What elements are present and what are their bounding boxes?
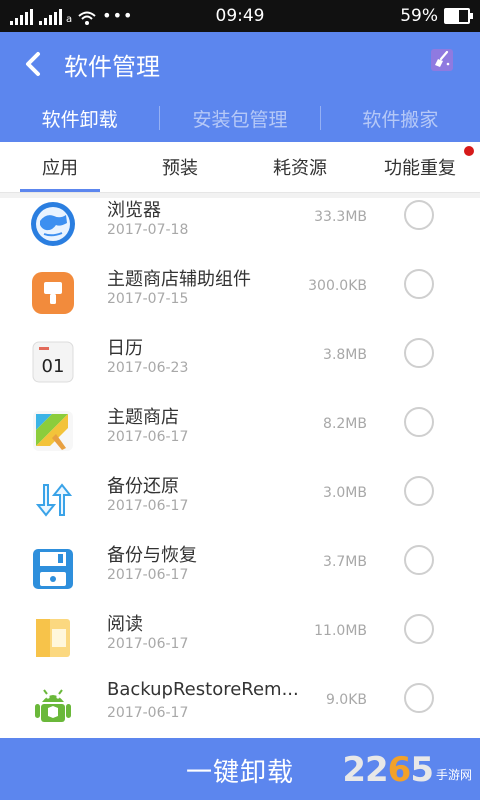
browser-icon: [31, 202, 75, 246]
theme-store-icon: [33, 411, 73, 451]
list-item[interactable]: 01 日历 2017-06-23 3.8MB: [0, 327, 480, 396]
install-date: 2017-06-17: [107, 705, 189, 721]
top-tab-bar: 软件卸载 安装包管理 软件搬家: [0, 94, 480, 142]
subtab-label: 应用: [42, 158, 78, 179]
watermark-number-suffix: 5: [410, 750, 434, 790]
select-radio[interactable]: [404, 200, 434, 230]
app-size: 3.0MB: [323, 485, 367, 501]
select-radio[interactable]: [404, 338, 434, 368]
app-name: 备份与恢复: [107, 545, 197, 566]
app-size: 11.0MB: [314, 623, 367, 639]
reader-icon: [36, 619, 70, 657]
watermark-logo: 2265 手游网: [342, 750, 472, 790]
app-size: 8.2MB: [323, 416, 367, 432]
watermark-number-accent: 6: [387, 750, 412, 790]
select-radio[interactable]: [404, 614, 434, 644]
page-title: 软件管理: [64, 53, 160, 81]
app-name: BackupRestoreRem...: [107, 679, 299, 700]
app-bar: 软件管理 软件卸载 安装包管理 软件搬家: [0, 32, 480, 142]
theme-helper-icon: [32, 272, 74, 314]
app-size: 3.8MB: [323, 347, 367, 363]
broom-clean-icon[interactable]: [430, 48, 454, 72]
backup-restore-icon: [35, 483, 73, 517]
subtab-label: 预装: [162, 158, 198, 179]
app-name: 阅读: [107, 614, 143, 635]
bottom-action-bar: 一键卸载 2265 手游网: [0, 738, 480, 800]
watermark-number-prefix: 22: [342, 750, 388, 790]
select-radio[interactable]: [404, 683, 434, 713]
app-name: 备份还原: [107, 476, 179, 497]
android-icon: [35, 689, 71, 722]
app-list[interactable]: 浏览器 2017-07-18 33.3MB 主题商店辅助组件 2017-07-1…: [0, 198, 480, 738]
app-size: 33.3MB: [314, 209, 367, 225]
subtab-label: 功能重复: [384, 158, 456, 179]
select-radio[interactable]: [404, 407, 434, 437]
back-arrow-icon[interactable]: [20, 48, 48, 80]
list-item[interactable]: 备份与恢复 2017-06-17 3.7MB: [0, 534, 480, 603]
app-size: 9.0KB: [325, 692, 367, 708]
calendar-icon: 01: [32, 341, 74, 383]
battery-fill: [446, 10, 459, 22]
subtab-apps[interactable]: 应用: [0, 142, 120, 192]
install-date: 2017-07-18: [107, 222, 189, 238]
install-date: 2017-06-17: [107, 567, 189, 583]
calendar-day: 01: [42, 356, 65, 377]
select-radio[interactable]: [404, 476, 434, 506]
floppy-icon: [33, 549, 73, 589]
app-name: 主题商店: [107, 407, 179, 428]
battery-icon: [444, 8, 473, 24]
sub-tab-bar: 应用 预装 耗资源 功能重复: [0, 142, 480, 193]
subtab-duplicate-function[interactable]: 功能重复: [360, 142, 480, 192]
list-item[interactable]: BackupRestoreRem... 2017-06-17 9.0KB: [0, 672, 480, 738]
battery-percent: 59%: [400, 6, 438, 26]
list-item[interactable]: 备份还原 2017-06-17 3.0MB: [0, 465, 480, 534]
install-date: 2017-06-17: [107, 636, 189, 652]
install-date: 2017-06-17: [107, 498, 189, 514]
app-size: 3.7MB: [323, 554, 367, 570]
app-name: 主题商店辅助组件: [107, 269, 251, 290]
subtab-resource-heavy[interactable]: 耗资源: [240, 142, 360, 192]
list-item[interactable]: 主题商店辅助组件 2017-07-15 300.0KB: [0, 258, 480, 327]
select-radio[interactable]: [404, 545, 434, 575]
subtab-label: 耗资源: [273, 158, 327, 179]
list-item[interactable]: 主题商店 2017-06-17 8.2MB: [0, 396, 480, 465]
app-name: 日历: [107, 338, 143, 359]
install-date: 2017-07-15: [107, 291, 189, 307]
install-date: 2017-06-23: [107, 360, 189, 376]
status-bar: a ••• 09:49 59%: [0, 0, 480, 32]
watermark-number: 2265: [342, 750, 434, 790]
list-item[interactable]: 浏览器 2017-07-18 33.3MB: [0, 198, 480, 258]
watermark-text: 手游网: [435, 768, 472, 782]
list-item[interactable]: 阅读 2017-06-17 11.0MB: [0, 603, 480, 672]
install-date: 2017-06-17: [107, 429, 189, 445]
battery-status: 59%: [400, 6, 473, 26]
select-radio[interactable]: [404, 269, 434, 299]
tab-app-move[interactable]: 软件搬家: [321, 94, 480, 142]
tab-uninstall[interactable]: 软件卸载: [0, 94, 159, 142]
subtab-preinstalled[interactable]: 预装: [120, 142, 240, 192]
notification-badge: [464, 146, 474, 156]
app-size: 300.0KB: [308, 278, 367, 294]
active-tab-indicator: [20, 189, 100, 192]
app-name: 浏览器: [107, 200, 161, 221]
tab-package-manager[interactable]: 安装包管理: [160, 94, 319, 142]
